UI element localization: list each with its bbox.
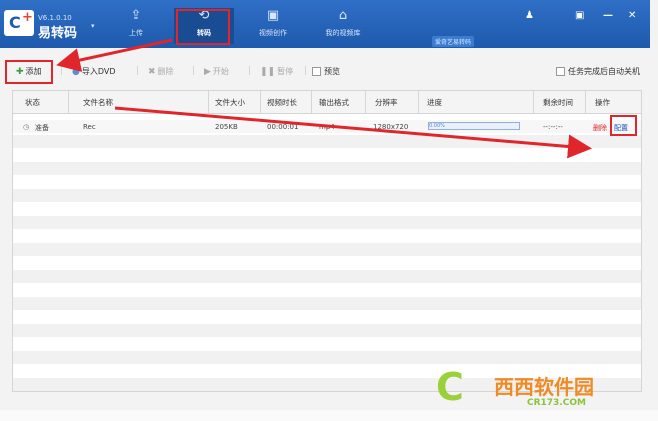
annotation-arrows [56, 38, 592, 159]
arrow-to-config [114, 106, 592, 159]
watermark-title: 西西软件园 [494, 375, 594, 399]
watermark-url: CR173.COM [527, 398, 586, 408]
watermark-logo: C [436, 365, 464, 409]
status-bar [0, 410, 658, 421]
arrow-to-add [56, 38, 173, 72]
